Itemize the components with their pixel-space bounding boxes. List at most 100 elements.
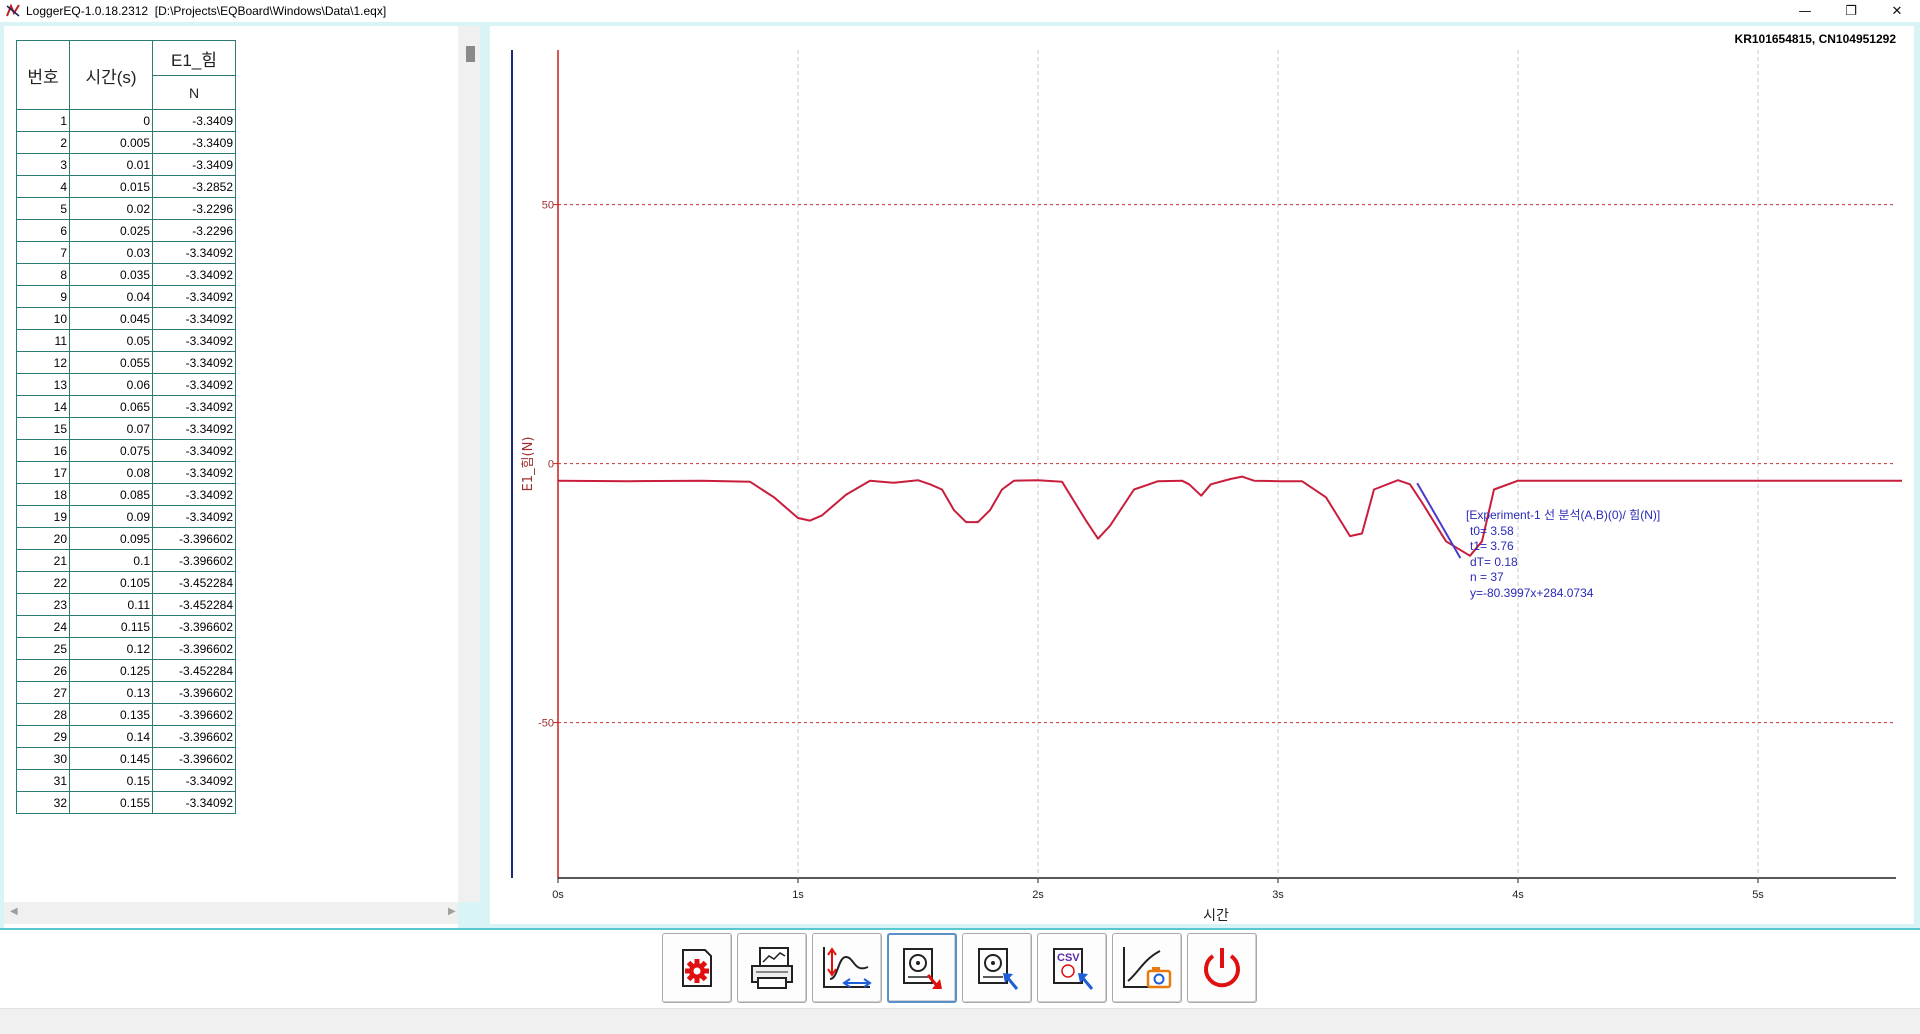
row-number-cell[interactable]: 32	[16, 791, 70, 814]
table-row[interactable]: 16 0.075 -3.34092	[16, 439, 236, 462]
table-row[interactable]: 8 0.035 -3.34092	[16, 263, 236, 286]
chart-pane[interactable]: 0s 1s 2s 3s 4s 5s 50 0 -50 E1_힘(N) 시간	[490, 26, 1914, 924]
row-number-cell[interactable]: 7	[16, 241, 70, 264]
time-cell[interactable]: 0.015	[69, 175, 153, 198]
header-channel[interactable]: E1_힘	[152, 40, 236, 76]
force-cell[interactable]: -3.396602	[152, 527, 236, 550]
row-number-cell[interactable]: 8	[16, 263, 70, 286]
force-cell[interactable]: -3.34092	[152, 395, 236, 418]
time-cell[interactable]: 0.03	[69, 241, 153, 264]
time-cell[interactable]: 0.01	[69, 153, 153, 176]
restore-button[interactable]: ❐	[1828, 0, 1874, 22]
print-button[interactable]	[737, 933, 807, 1003]
force-cell[interactable]: -3.34092	[152, 329, 236, 352]
time-cell[interactable]: 0	[69, 109, 153, 132]
force-cell[interactable]: -3.34092	[152, 791, 236, 814]
row-number-cell[interactable]: 13	[16, 373, 70, 396]
table-row[interactable]: 26 0.125 -3.452284	[16, 659, 236, 682]
table-row[interactable]: 25 0.12 -3.396602	[16, 637, 236, 660]
row-number-cell[interactable]: 21	[16, 549, 70, 572]
header-no[interactable]: 번호	[16, 40, 70, 110]
row-number-cell[interactable]: 27	[16, 681, 70, 704]
row-number-cell[interactable]: 16	[16, 439, 70, 462]
power-button[interactable]	[1187, 933, 1257, 1003]
time-cell[interactable]: 0.085	[69, 483, 153, 506]
table-row[interactable]: 6 0.025 -3.2296	[16, 219, 236, 242]
table-row[interactable]: 30 0.145 -3.396602	[16, 747, 236, 770]
force-cell[interactable]: -3.34092	[152, 285, 236, 308]
time-cell[interactable]: 0.035	[69, 263, 153, 286]
scroll-left-arrow-icon[interactable]: ◀	[10, 906, 18, 917]
force-cell[interactable]: -3.34092	[152, 417, 236, 440]
table-row[interactable]: 3 0.01 -3.3409	[16, 153, 236, 176]
vertical-scroll-thumb[interactable]	[466, 46, 475, 62]
table-row[interactable]: 31 0.15 -3.34092	[16, 769, 236, 792]
row-number-cell[interactable]: 9	[16, 285, 70, 308]
row-number-cell[interactable]: 14	[16, 395, 70, 418]
time-cell[interactable]: 0.065	[69, 395, 153, 418]
time-cell[interactable]: 0.11	[69, 593, 153, 616]
force-cell[interactable]: -3.452284	[152, 659, 236, 682]
save-data-button[interactable]	[887, 933, 957, 1003]
row-number-cell[interactable]: 31	[16, 769, 70, 792]
time-cell[interactable]: 0.06	[69, 373, 153, 396]
force-cell[interactable]: -3.34092	[152, 307, 236, 330]
table-row[interactable]: 15 0.07 -3.34092	[16, 417, 236, 440]
row-number-cell[interactable]: 2	[16, 131, 70, 154]
row-number-cell[interactable]: 6	[16, 219, 70, 242]
time-cell[interactable]: 0.145	[69, 747, 153, 770]
header-unit[interactable]: N	[152, 75, 236, 110]
table-row[interactable]: 20 0.095 -3.396602	[16, 527, 236, 550]
row-number-cell[interactable]: 23	[16, 593, 70, 616]
horizontal-scrollbar[interactable]	[4, 902, 458, 924]
force-cell[interactable]: -3.3409	[152, 153, 236, 176]
header-time[interactable]: 시간(s)	[69, 40, 153, 110]
row-number-cell[interactable]: 28	[16, 703, 70, 726]
row-number-cell[interactable]: 18	[16, 483, 70, 506]
force-cell[interactable]: -3.2852	[152, 175, 236, 198]
time-cell[interactable]: 0.04	[69, 285, 153, 308]
force-cell[interactable]: -3.34092	[152, 505, 236, 528]
force-cell[interactable]: -3.452284	[152, 571, 236, 594]
time-cell[interactable]: 0.125	[69, 659, 153, 682]
force-cell[interactable]: -3.34092	[152, 769, 236, 792]
time-cell[interactable]: 0.055	[69, 351, 153, 374]
table-row[interactable]: 13 0.06 -3.34092	[16, 373, 236, 396]
time-cell[interactable]: 0.115	[69, 615, 153, 638]
row-number-cell[interactable]: 24	[16, 615, 70, 638]
row-number-cell[interactable]: 17	[16, 461, 70, 484]
force-cell[interactable]: -3.34092	[152, 461, 236, 484]
table-row[interactable]: 22 0.105 -3.452284	[16, 571, 236, 594]
table-row[interactable]: 5 0.02 -3.2296	[16, 197, 236, 220]
table-row[interactable]: 23 0.11 -3.452284	[16, 593, 236, 616]
table-row[interactable]: 11 0.05 -3.34092	[16, 329, 236, 352]
row-number-cell[interactable]: 10	[16, 307, 70, 330]
table-row[interactable]: 18 0.085 -3.34092	[16, 483, 236, 506]
time-cell[interactable]: 0.105	[69, 571, 153, 594]
force-cell[interactable]: -3.34092	[152, 263, 236, 286]
force-cell[interactable]: -3.34092	[152, 373, 236, 396]
force-cell[interactable]: -3.3409	[152, 131, 236, 154]
force-cell[interactable]: -3.34092	[152, 241, 236, 264]
time-cell[interactable]: 0.08	[69, 461, 153, 484]
force-cell[interactable]: -3.452284	[152, 593, 236, 616]
force-time-chart[interactable]: 0s 1s 2s 3s 4s 5s 50 0 -50 E1_힘(N) 시간	[490, 26, 1914, 924]
time-cell[interactable]: 0.02	[69, 197, 153, 220]
table-row[interactable]: 12 0.055 -3.34092	[16, 351, 236, 374]
time-cell[interactable]: 0.13	[69, 681, 153, 704]
force-cell[interactable]: -3.396602	[152, 725, 236, 748]
table-row[interactable]: 4 0.015 -3.2852	[16, 175, 236, 198]
time-cell[interactable]: 0.005	[69, 131, 153, 154]
open-data-button[interactable]	[962, 933, 1032, 1003]
table-row[interactable]: 19 0.09 -3.34092	[16, 505, 236, 528]
force-cell[interactable]: -3.2296	[152, 197, 236, 220]
row-number-cell[interactable]: 3	[16, 153, 70, 176]
force-cell[interactable]: -3.2296	[152, 219, 236, 242]
row-number-cell[interactable]: 11	[16, 329, 70, 352]
table-row[interactable]: 27 0.13 -3.396602	[16, 681, 236, 704]
table-row[interactable]: 14 0.065 -3.34092	[16, 395, 236, 418]
row-number-cell[interactable]: 12	[16, 351, 70, 374]
table-row[interactable]: 7 0.03 -3.34092	[16, 241, 236, 264]
time-cell[interactable]: 0.155	[69, 791, 153, 814]
row-number-cell[interactable]: 25	[16, 637, 70, 660]
